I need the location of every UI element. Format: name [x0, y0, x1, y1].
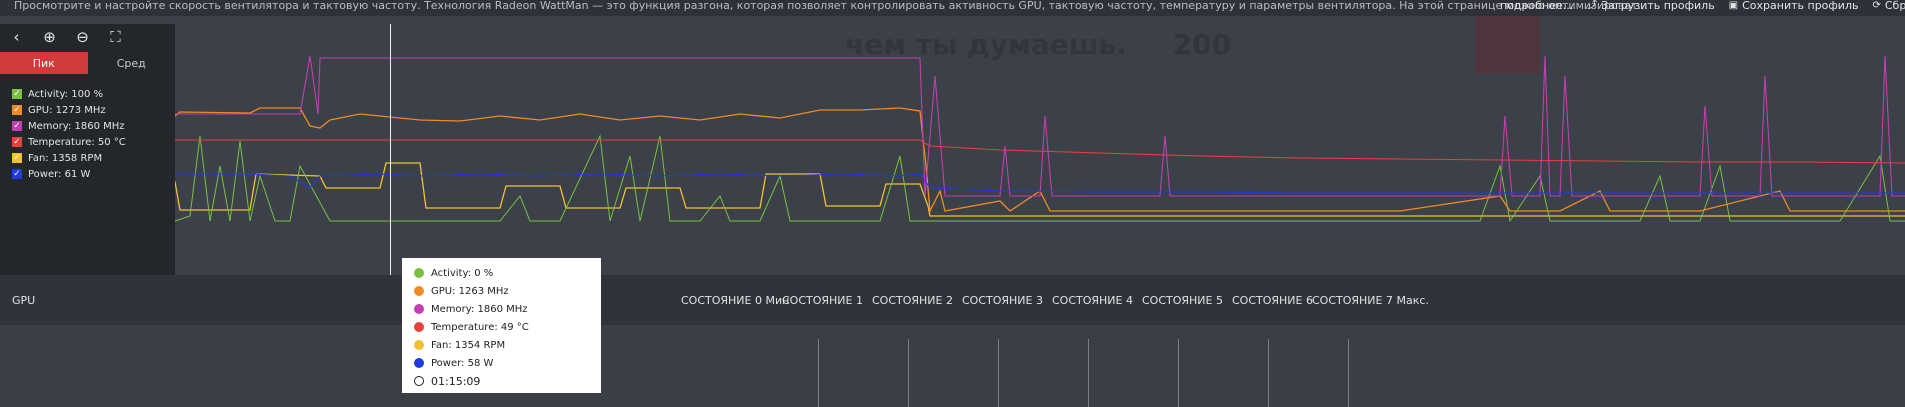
state-slider-line[interactable]	[1178, 339, 1179, 407]
zoom-out-icon: ⊖	[76, 28, 89, 46]
power-series-line	[0, 173, 1905, 194]
chart-tooltip: Activity: 0 % GPU: 1263 MHz Memory: 1860…	[402, 258, 601, 393]
fit-view-icon: ⛶	[110, 28, 121, 46]
peak-tab[interactable]: Пик	[0, 52, 88, 74]
state-slider-line[interactable]	[998, 339, 999, 407]
more-link[interactable]: подробнее...	[1500, 0, 1573, 12]
chart-control-panel: ‹ ⊕ ⊖ ⛶ Пик Сред ✓ Activity: 100 % ✓ GPU: …	[0, 24, 175, 275]
back-button[interactable]: ‹	[0, 24, 33, 50]
checkbox-icon[interactable]: ✓	[12, 137, 22, 147]
activity-dot-icon	[414, 268, 424, 278]
zoom-out-button[interactable]: ⊖	[66, 24, 99, 50]
tooltip-item-power: Power: 58 W	[414, 354, 601, 372]
tooltip-item-memory: Memory: 1860 MHz	[414, 300, 601, 318]
tooltip-item-temperature: Temperature: 49 °C	[414, 318, 601, 336]
legend-item-memory[interactable]: ✓ Memory: 1860 MHz	[12, 118, 126, 134]
temperature-dot-icon	[414, 322, 424, 332]
chart-toolbar: ‹ ⊕ ⊖ ⛶	[0, 24, 175, 50]
tooltip-item-activity: Activity: 0 %	[414, 264, 601, 282]
checkbox-icon[interactable]: ✓	[12, 121, 22, 131]
state-sliders-area	[0, 325, 1905, 407]
clock-icon	[414, 376, 424, 386]
state-4[interactable]: СОСТОЯНИЕ 4	[1052, 294, 1133, 307]
checkbox-icon[interactable]: ✓	[12, 153, 22, 163]
state-6[interactable]: СОСТОЯНИЕ 6	[1232, 294, 1313, 307]
state-5[interactable]: СОСТОЯНИЕ 5	[1142, 294, 1223, 307]
chart-cursor-line[interactable]	[390, 24, 391, 277]
save-icon: ▣	[1728, 0, 1739, 11]
mode-switch: Пик Сред	[0, 52, 175, 74]
gpu-label: GPU	[12, 294, 36, 307]
load-profile-label: Загрузить профиль	[1601, 0, 1715, 12]
state-0[interactable]: СОСТОЯНИЕ 0 Мин	[681, 294, 789, 307]
checkbox-icon[interactable]: ✓	[12, 89, 22, 99]
gpu-states-bar: GPU СОСТОЯНИЕ 0 Мин СОСТОЯНИЕ 1 СОСТОЯНИ…	[0, 275, 1905, 325]
state-slider-line[interactable]	[1088, 339, 1089, 407]
state-7[interactable]: СОСТОЯНИЕ 7 Макс.	[1312, 294, 1429, 307]
state-3[interactable]: СОСТОЯНИЕ 3	[962, 294, 1043, 307]
tooltip-item-fan: Fan: 1354 RPM	[414, 336, 601, 354]
state-slider-line[interactable]	[1348, 339, 1349, 407]
tooltip-item-gpu: GPU: 1263 MHz	[414, 282, 601, 300]
fan-dot-icon	[414, 340, 424, 350]
tooltip-time: 01:15:09	[414, 372, 601, 390]
legend-item-gpu[interactable]: ✓ GPU: 1273 MHz	[12, 102, 126, 118]
reset-button[interactable]: ⟳ Сбр	[1872, 0, 1905, 12]
chevron-left-icon: ‹	[13, 28, 20, 46]
upload-icon: ⤴	[1587, 0, 1598, 11]
average-tab[interactable]: Сред	[88, 52, 176, 74]
profile-actions: подробнее... ⤴ Загрузить профиль ▣ Сохра…	[1500, 0, 1905, 12]
zoom-in-icon: ⊕	[43, 28, 56, 46]
top-bar: Просмотрите и настройте скорость вентиля…	[0, 0, 1905, 16]
page-description: Просмотрите и настройте скорость вентиля…	[14, 0, 1648, 12]
legend-item-activity[interactable]: ✓ Activity: 100 %	[12, 86, 126, 102]
gpu-dot-icon	[414, 286, 424, 296]
state-slider-line[interactable]	[818, 339, 819, 407]
state-2[interactable]: СОСТОЯНИЕ 2	[872, 294, 953, 307]
legend-item-temperature[interactable]: ✓ Temperature: 50 °C	[12, 134, 126, 150]
legend-item-fan[interactable]: ✓ Fan: 1358 RPM	[12, 150, 126, 166]
state-slider-line[interactable]	[1268, 339, 1269, 407]
chart-legend: ✓ Activity: 100 % ✓ GPU: 1273 MHz ✓ Memory:…	[12, 86, 126, 182]
zoom-in-button[interactable]: ⊕	[33, 24, 66, 50]
temperature-series-line	[0, 139, 1905, 164]
legend-item-power[interactable]: ✓ Power: 61 W	[12, 166, 126, 182]
checkbox-icon[interactable]: ✓	[12, 105, 22, 115]
power-dot-icon	[414, 358, 424, 368]
checkbox-icon[interactable]: ✓	[12, 169, 22, 179]
save-profile-label: Сохранить профиль	[1742, 0, 1859, 12]
save-profile-button[interactable]: ▣ Сохранить профиль	[1729, 0, 1859, 12]
fit-view-button[interactable]: ⛶	[99, 24, 132, 50]
reset-label: Сбр	[1884, 0, 1905, 12]
memory-dot-icon	[414, 304, 424, 314]
performance-chart[interactable]	[0, 16, 1905, 275]
load-profile-button[interactable]: ⤴ Загрузить профиль	[1587, 0, 1714, 12]
state-1[interactable]: СОСТОЯНИЕ 1	[782, 294, 863, 307]
reset-icon: ⟳	[1872, 0, 1881, 11]
activity-series-line	[0, 134, 1905, 223]
state-slider-line[interactable]	[908, 339, 909, 407]
